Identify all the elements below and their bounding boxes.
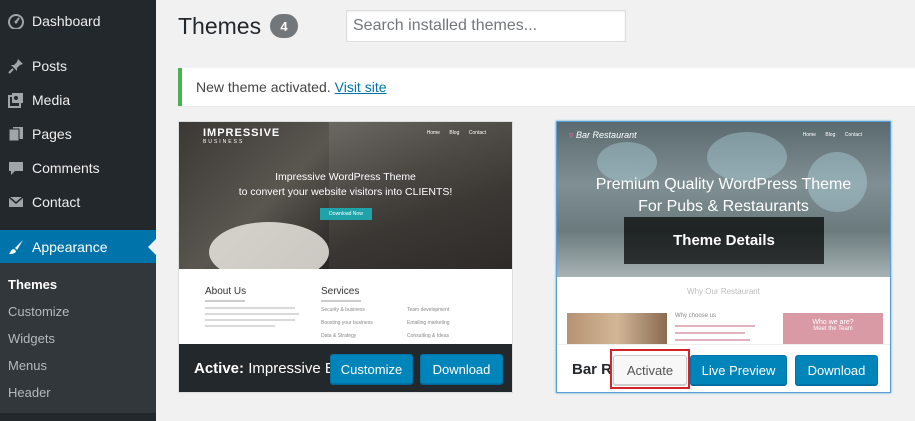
- logo-text: Bar Restaurant: [576, 130, 637, 140]
- section-heading: About Us: [205, 286, 247, 297]
- submenu-item-header[interactable]: Header: [8, 385, 51, 400]
- section-heading: Services: [321, 286, 360, 297]
- sidebar-item-comments[interactable]: Comments: [0, 151, 156, 185]
- activate-highlight-annotation: [610, 349, 690, 389]
- logo-subtext: BUSINESS: [203, 139, 245, 145]
- divider: [205, 300, 245, 302]
- live-preview-button[interactable]: Live Preview: [690, 355, 787, 385]
- screenshot-hero: IMPRESSIVE BUSINESS Home Blog Contact Im…: [179, 122, 512, 282]
- service-item: Data & Strategy: [321, 333, 357, 339]
- theme-card-bar-restaurant[interactable]: ▿ Bar Restaurant Home Blog Contact Premi…: [556, 121, 891, 393]
- service-item: Consulting & Ideas: [407, 333, 449, 339]
- sidebar-item-label: Dashboard: [32, 13, 101, 29]
- theme-actions-bar: Bar R Activate Live Preview Download: [557, 344, 890, 392]
- who-we-are-block: Who we are? Meet the Team: [783, 313, 883, 344]
- text-line: [675, 325, 755, 327]
- sidebar-item-label: Posts: [32, 58, 68, 74]
- page-title: Themes: [178, 13, 262, 39]
- nav-item: Contact: [468, 130, 486, 136]
- pin-icon: [8, 58, 24, 74]
- logo-text: IMPRESSIVE: [203, 127, 281, 139]
- screenshot-body: Why Our Restaurant Why choose us Who we …: [557, 277, 890, 344]
- nav-item: Home: [802, 132, 816, 138]
- service-item: Emailing marketing: [407, 320, 450, 326]
- theme-name: Active: Impressive B: [194, 360, 335, 377]
- sidebar-item-label: Pages: [32, 126, 72, 142]
- service-item: Team development: [407, 307, 450, 313]
- text-line: [675, 332, 745, 334]
- divider: [321, 300, 361, 302]
- block-title: Why choose us: [675, 313, 717, 319]
- sidebar-item-appearance[interactable]: Appearance: [0, 230, 156, 264]
- sidebar-item-pages[interactable]: Pages: [0, 117, 156, 151]
- download-button[interactable]: Download: [795, 355, 878, 385]
- submenu-item-menus[interactable]: Menus: [8, 358, 47, 373]
- screenshot-headline: Premium Quality WordPress Theme For Pubs…: [557, 174, 890, 218]
- text-line: [205, 325, 275, 327]
- theme-count-badge: 4: [270, 14, 298, 38]
- submenu-item-themes[interactable]: Themes: [8, 277, 57, 292]
- headline-line: Impressive WordPress Theme: [275, 171, 416, 183]
- block-subtitle: Meet the Team: [813, 326, 853, 332]
- theme-details-button[interactable]: Theme Details: [624, 217, 824, 264]
- text-line: [205, 313, 299, 315]
- theme-actions-bar: Active: Impressive B Customize Download: [179, 344, 512, 392]
- theme-screenshot[interactable]: ▿ Bar Restaurant Home Blog Contact Premi…: [557, 122, 890, 344]
- text-line: [675, 339, 750, 341]
- admin-sidebar: Dashboard Posts Media Pages Comments Con…: [0, 0, 156, 421]
- sidebar-item-contact[interactable]: Contact: [0, 185, 156, 219]
- comment-icon: [8, 160, 24, 176]
- nav-item: Contact: [844, 132, 862, 138]
- submenu-item-widgets[interactable]: Widgets: [8, 331, 55, 346]
- paintbrush-icon: [8, 239, 24, 255]
- screenshot-headline: Impressive WordPress Theme to convert yo…: [179, 170, 512, 200]
- search-input[interactable]: [346, 10, 626, 42]
- notice-text: New theme activated.: [196, 79, 331, 95]
- headline-line: to convert your website visitors into CL…: [238, 186, 453, 198]
- customize-button[interactable]: Customize: [330, 354, 413, 384]
- appearance-submenu: Themes Customize Widgets Menus Header: [0, 263, 156, 413]
- screenshot-nav: Home Blog Contact: [419, 130, 486, 136]
- logo-glass-icon: ▿: [569, 130, 574, 140]
- mail-icon: [8, 194, 24, 210]
- submenu-item-customize[interactable]: Customize: [8, 304, 69, 319]
- sidebar-item-label: Appearance: [32, 239, 108, 255]
- screenshot-cta: Download Now: [320, 208, 372, 220]
- nav-item: Blog: [449, 130, 460, 136]
- text-line: [205, 307, 295, 309]
- sidebar-item-posts[interactable]: Posts: [0, 49, 156, 83]
- screenshot-body: About Us Services Security & business Bo…: [179, 269, 512, 344]
- sidebar-item-dashboard[interactable]: Dashboard: [0, 4, 156, 38]
- section-subheading: Why Our Restaurant: [687, 287, 760, 296]
- sidebar-item-label: Contact: [32, 194, 81, 210]
- screenshot-nav: Home Blog Contact: [795, 132, 862, 138]
- headline-line: For Pubs & Restaurants: [638, 198, 809, 215]
- visit-site-link[interactable]: Visit site: [335, 79, 387, 95]
- active-label: Active:: [194, 360, 245, 377]
- nav-item: Home: [426, 130, 440, 136]
- block-title: Who we are?: [812, 319, 854, 326]
- media-icon: [8, 92, 24, 108]
- theme-screenshot[interactable]: IMPRESSIVE BUSINESS Home Blog Contact Im…: [179, 122, 512, 344]
- sidebar-item-media[interactable]: Media: [0, 83, 156, 117]
- theme-name-text: Impressive B: [248, 360, 335, 377]
- dashboard-icon: [8, 13, 24, 29]
- screenshot-logo: IMPRESSIVE BUSINESS: [203, 127, 280, 145]
- download-button[interactable]: Download: [420, 354, 503, 384]
- sidebar-item-label: Media: [32, 92, 71, 108]
- theme-activated-notice: New theme activated. Visit site: [178, 68, 915, 106]
- service-item: Security & business: [321, 307, 365, 313]
- theme-name-text: Bar R: [572, 361, 613, 378]
- restaurant-image: [567, 313, 667, 344]
- text-line: [205, 319, 295, 321]
- sidebar-item-label: Comments: [32, 160, 100, 176]
- pages-icon: [8, 126, 24, 142]
- screenshot-logo: ▿ Bar Restaurant: [569, 130, 637, 141]
- theme-card-impressive-business[interactable]: IMPRESSIVE BUSINESS Home Blog Contact Im…: [178, 121, 513, 393]
- why-choose-us-block: Why choose us: [675, 313, 775, 341]
- headline-line: Premium Quality WordPress Theme: [595, 176, 852, 193]
- service-item: Boosting your business: [321, 320, 373, 326]
- nav-item: Blog: [825, 132, 836, 138]
